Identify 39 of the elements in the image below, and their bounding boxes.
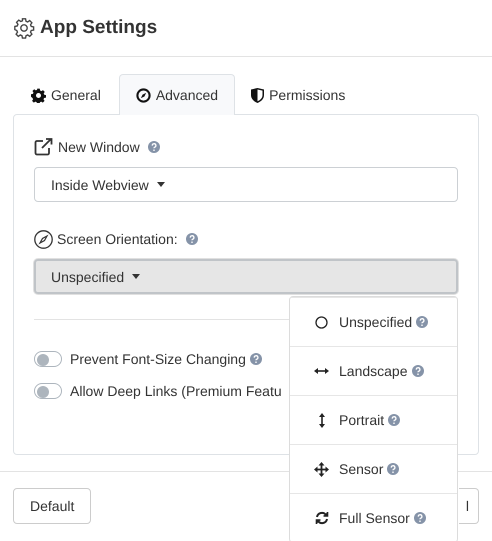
dropdown[interactable]: Inside Webview xyxy=(34,167,458,202)
caret-icon xyxy=(132,274,140,279)
compass-icon xyxy=(34,230,53,248)
refresh-icon xyxy=(314,511,328,525)
caret-icon xyxy=(156,182,165,187)
help-icon xyxy=(387,463,400,475)
dropdown[interactable]: Unspecified xyxy=(34,259,458,294)
field-label: New Window xyxy=(58,139,140,155)
help-icon xyxy=(388,414,400,426)
settings-icon xyxy=(13,17,35,39)
horizontal-arrows-icon xyxy=(314,367,329,375)
help-icon xyxy=(414,512,426,524)
toggle-label: Prevent Font-Size Changing xyxy=(70,351,246,367)
window-title: App Settings xyxy=(40,17,158,39)
move-arrows-icon xyxy=(314,462,329,476)
menu-item[interactable]: Landscape xyxy=(339,363,408,379)
help-icon xyxy=(186,233,198,245)
toggle-label: Allow Deep Links (Premium Featu xyxy=(70,383,282,399)
help-icon xyxy=(412,365,424,377)
toggle-switch[interactable] xyxy=(34,351,62,367)
field-label: Screen Orientation: xyxy=(57,231,178,247)
circle-icon xyxy=(315,316,328,328)
cancel-button[interactable]: l xyxy=(459,488,479,524)
tab[interactable]: Permissions xyxy=(238,74,360,115)
tab[interactable]: Advanced xyxy=(118,74,236,115)
help-icon xyxy=(416,316,428,328)
shield-icon xyxy=(251,88,264,102)
external-link-icon xyxy=(34,138,54,156)
vertical-arrows-icon xyxy=(318,412,326,428)
gear-icon xyxy=(31,88,46,102)
menu-item[interactable]: Portrait xyxy=(339,412,384,428)
compass-icon xyxy=(136,88,151,102)
menu-item[interactable]: Full Sensor xyxy=(339,510,410,526)
menu-item[interactable]: Unspecified xyxy=(339,314,412,330)
toggle-switch[interactable] xyxy=(34,383,62,399)
menu-item[interactable]: Sensor xyxy=(339,461,384,477)
default-button[interactable]: Default xyxy=(13,488,92,524)
tab[interactable]: General xyxy=(18,74,116,115)
help-icon xyxy=(148,141,160,153)
